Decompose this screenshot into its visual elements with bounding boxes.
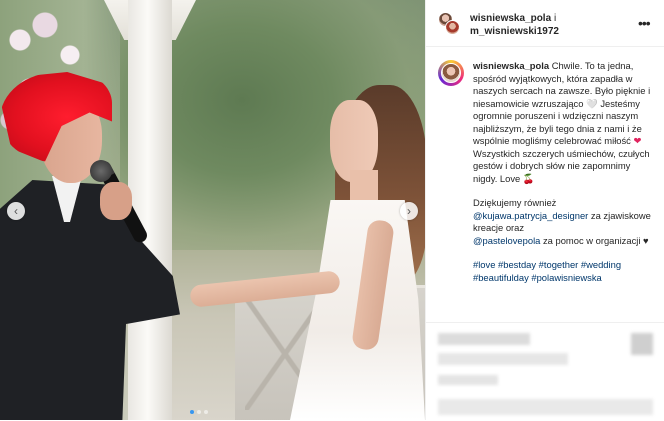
author-avatars[interactable] xyxy=(438,12,460,36)
next-photo-button[interactable]: › xyxy=(400,202,418,220)
previous-photo-button[interactable]: ‹ xyxy=(7,202,25,220)
heart-emoji: ❤ xyxy=(633,135,642,146)
microphone-head xyxy=(90,160,112,182)
thanks-text: Dziękujemy również xyxy=(473,197,557,208)
caption-text: wisniewska_pola Chwile. To ta jedna, spo… xyxy=(473,60,655,284)
mention-link[interactable]: @pastelovepola xyxy=(473,235,540,246)
caption-username[interactable]: wisniewska_pola xyxy=(473,60,549,71)
avatar[interactable] xyxy=(445,20,460,35)
blurred-text xyxy=(438,333,530,345)
post-header: wisniewska_pola i m_wisniewski1972 ••• xyxy=(426,0,664,47)
author-username-1[interactable]: wisniewska_pola xyxy=(470,13,551,24)
carousel-dots xyxy=(190,410,208,414)
mention-link[interactable]: @kujawa.patrycja_designer xyxy=(473,210,588,221)
blurred-avatar xyxy=(631,333,653,355)
more-options-icon[interactable]: ••• xyxy=(638,15,651,31)
blurred-text xyxy=(438,399,653,415)
groom-hand xyxy=(100,182,132,220)
carousel-dot xyxy=(197,410,201,414)
caption-avatar[interactable] xyxy=(438,60,464,86)
carousel-dot xyxy=(190,410,194,414)
blurred-text xyxy=(438,375,498,385)
cherry-emoji: 🍒 xyxy=(522,172,535,184)
author-connector: i xyxy=(553,13,557,24)
thanks-text-3: za pomoc w organizacji ♥ xyxy=(542,234,649,246)
caption-body-2: Wszystkich szczerych uśmiechów, czułych … xyxy=(473,147,650,184)
caption-body: Chwile. To ta jedna, spośród wyjątkowych… xyxy=(473,60,651,146)
post-photo[interactable]: ‹ › xyxy=(0,0,425,420)
blurred-comments xyxy=(426,322,664,421)
author-names: wisniewska_pola i m_wisniewski1972 xyxy=(470,12,559,38)
blurred-text xyxy=(438,353,568,365)
carousel-dot xyxy=(204,410,208,414)
hashtags[interactable]: #love #bestday #together #wedding #beaut… xyxy=(473,259,655,284)
post-side-panel: wisniewska_pola i m_wisniewski1972 ••• w… xyxy=(425,0,664,420)
author-username-2[interactable]: m_wisniewski1972 xyxy=(470,26,559,37)
